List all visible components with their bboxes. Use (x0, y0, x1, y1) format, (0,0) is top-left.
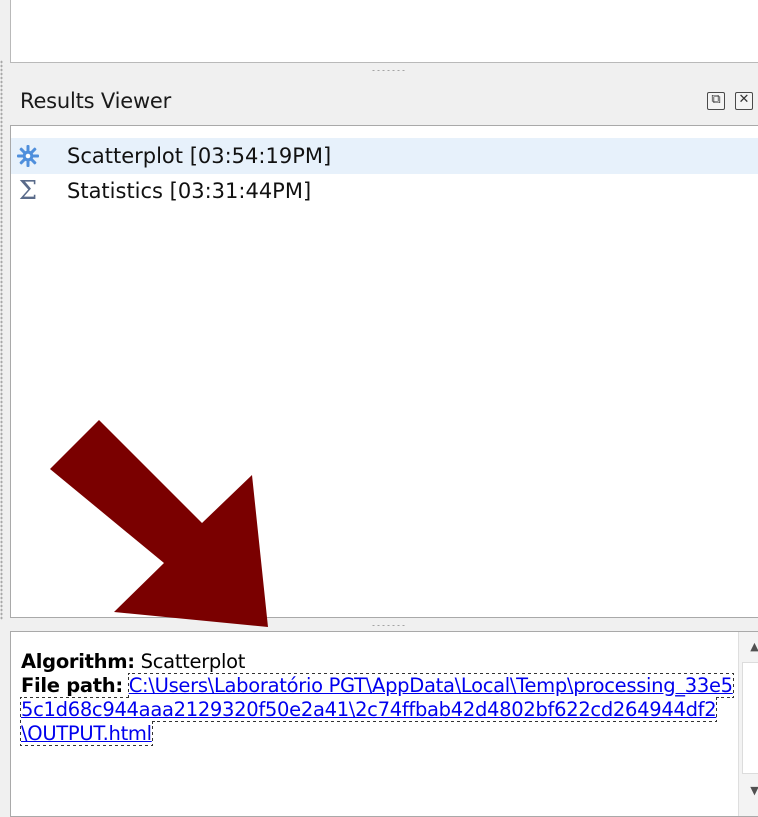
splitter-grip-top[interactable] (371, 69, 407, 72)
file-path-label: File path: (21, 674, 123, 697)
details-text: Algorithm: Scatterplot File path: C:\Use… (20, 650, 736, 746)
float-button[interactable]: ⧉ (707, 92, 725, 110)
dock-splitter[interactable] (0, 60, 3, 620)
upper-panel (10, 0, 758, 63)
algorithm-label: Algorithm: (21, 650, 135, 673)
result-label: Scatterplot [03:54:19PM] (67, 144, 332, 168)
result-item-statistics[interactable]: Σ Statistics [03:31:44PM] (11, 173, 758, 209)
sigma-icon: Σ (18, 176, 38, 206)
result-details: Algorithm: Scatterplot File path: C:\Use… (10, 631, 758, 817)
file-path-link[interactable]: C:\Users\Laboratório PGT\AppData\Local\T… (20, 673, 734, 746)
gear-icon (15, 143, 41, 169)
splitter-grip-middle[interactable] (371, 624, 407, 627)
scroll-down-arrow-icon[interactable]: ▼ (739, 778, 758, 802)
close-button[interactable]: ✕ (735, 92, 753, 110)
results-list: Scatterplot [03:54:19PM] Σ Statistics [0… (10, 125, 758, 618)
scroll-thumb[interactable] (742, 662, 758, 774)
scroll-up-arrow-icon[interactable]: ▲ (739, 634, 758, 658)
result-item-scatterplot[interactable]: Scatterplot [03:54:19PM] (11, 138, 758, 174)
panel-title: Results Viewer (20, 89, 172, 113)
algorithm-value: Scatterplot (134, 650, 246, 673)
vertical-scrollbar[interactable]: ▲ ▼ (738, 632, 758, 816)
result-label: Statistics [03:31:44PM] (67, 179, 312, 203)
